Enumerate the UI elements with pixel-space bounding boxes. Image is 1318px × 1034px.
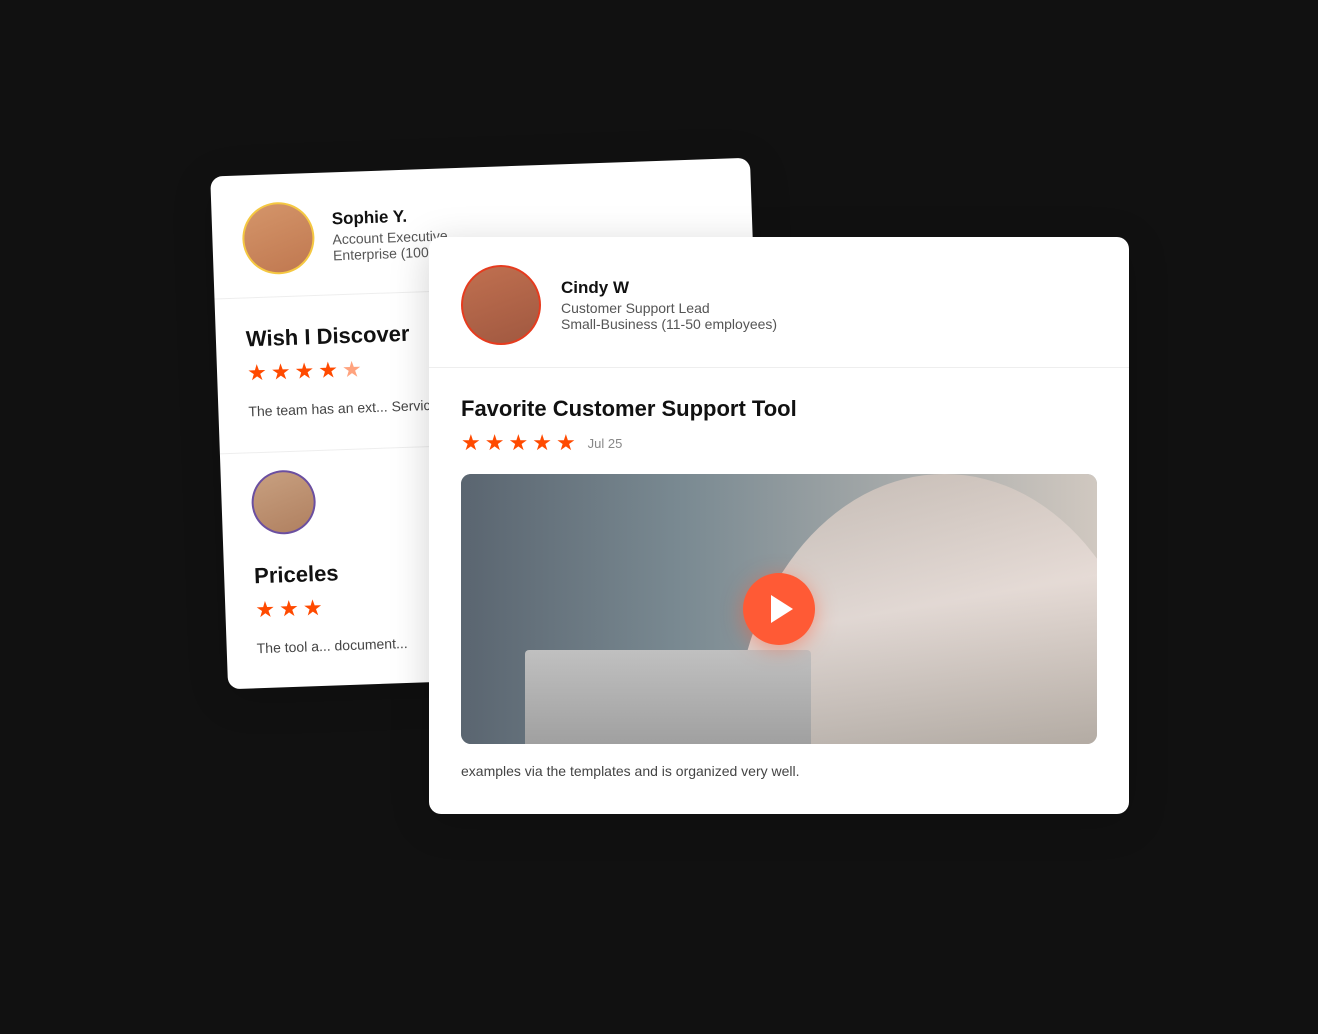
favorite-review-bottom-text: examples via the templates and is organi… xyxy=(461,760,1097,782)
fav-star-4: ★ xyxy=(532,430,552,456)
purple-avatar xyxy=(251,470,317,536)
star-5-half: ★ xyxy=(342,356,363,383)
cindy-company: Small-Business (11-50 employees) xyxy=(561,316,777,332)
fav-star-5: ★ xyxy=(556,430,576,456)
fav-star-1: ★ xyxy=(461,430,481,456)
sophie-avatar xyxy=(241,201,315,275)
video-thumbnail[interactable] xyxy=(461,474,1097,744)
play-triangle-icon xyxy=(771,595,793,623)
priceless-star-1: ★ xyxy=(255,597,276,624)
front-card: Cindy W Customer Support Lead Small-Busi… xyxy=(429,237,1129,814)
favorite-review-body: Favorite Customer Support Tool ★ ★ ★ ★ ★… xyxy=(429,368,1129,814)
cindy-info: Cindy W Customer Support Lead Small-Busi… xyxy=(561,278,777,332)
priceless-star-2: ★ xyxy=(279,596,300,623)
play-button[interactable] xyxy=(743,573,815,645)
cindy-avatar xyxy=(461,265,541,345)
fav-star-3: ★ xyxy=(508,430,528,456)
star-2: ★ xyxy=(270,359,291,386)
cindy-name: Cindy W xyxy=(561,278,777,298)
cindy-role: Customer Support Lead xyxy=(561,300,777,316)
cindy-header: Cindy W Customer Support Lead Small-Busi… xyxy=(429,237,1129,368)
star-4: ★ xyxy=(318,357,339,384)
review-date: Jul 25 xyxy=(588,436,623,451)
fav-star-2: ★ xyxy=(485,430,505,456)
star-3: ★ xyxy=(294,358,315,385)
favorite-review-title: Favorite Customer Support Tool xyxy=(461,396,1097,422)
laptop-shape xyxy=(525,650,811,745)
favorite-stars: ★ ★ ★ ★ ★ Jul 25 xyxy=(461,430,1097,456)
priceless-star-3: ★ xyxy=(302,595,323,622)
star-1: ★ xyxy=(247,360,268,387)
